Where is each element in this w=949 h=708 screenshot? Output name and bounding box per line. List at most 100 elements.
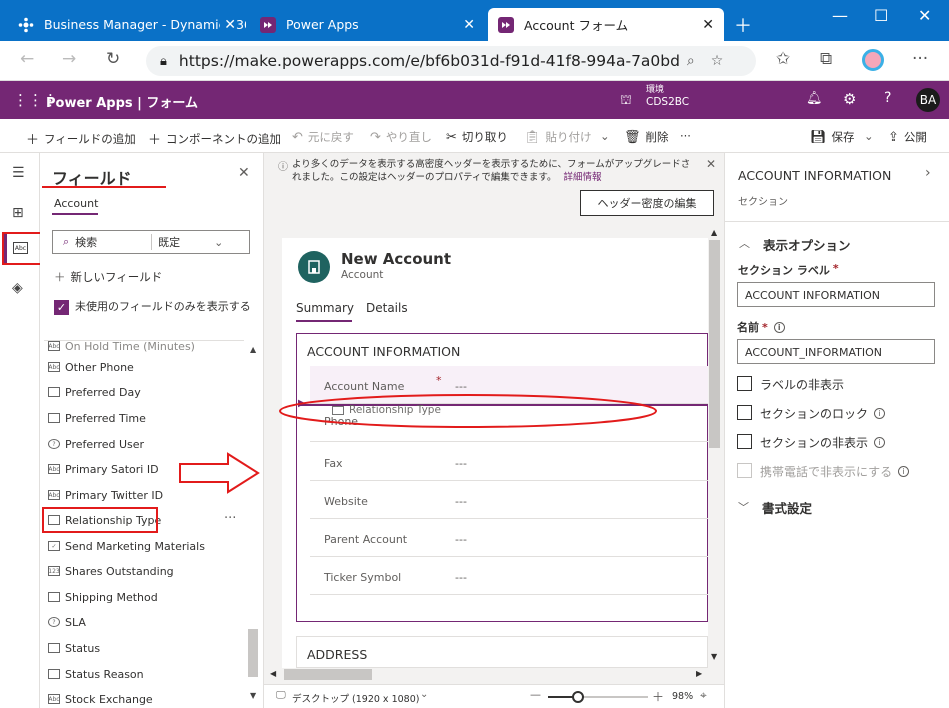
forward-icon[interactable]: → (62, 49, 76, 69)
close-tab-icon[interactable]: ✕ (463, 17, 475, 33)
device-selector[interactable]: デスクトップ (1920 x 1080) (292, 691, 419, 705)
collections-icon[interactable]: ⧉ (820, 49, 832, 69)
new-field-button[interactable]: ＋ 新しいフィールド (54, 269, 162, 285)
hide-on-phone-checkbox[interactable] (737, 463, 752, 478)
unused-only-checkbox[interactable]: ✓ (54, 300, 69, 315)
search-input[interactable]: 検索 (75, 234, 151, 250)
delete-button[interactable]: 🗑︎ 削除 (624, 129, 669, 145)
profile-icon[interactable] (862, 49, 884, 71)
info-icon[interactable]: i (874, 408, 886, 419)
browser-tab-dynamics[interactable]: Business Manager - Dynamics 365 ✕ (8, 8, 246, 41)
tab-summary[interactable]: Summary (296, 301, 354, 315)
display-options-header[interactable]: 表示オプション (763, 235, 851, 254)
url-field[interactable]: 🔒︎ https://make.powerapps.com/e/bf6b031d… (146, 46, 756, 76)
field-website[interactable]: Website --- (310, 481, 708, 519)
lock-section-checkbox[interactable] (737, 405, 752, 420)
list-item[interactable]: 123 Shares Outstanding (48, 559, 174, 583)
list-item[interactable]: Abc Stock Exchange (48, 687, 153, 708)
notification-bell-icon[interactable]: 🔔︎ (806, 91, 823, 106)
maximize-icon[interactable]: ☐ (874, 6, 888, 25)
browser-tab-account-form[interactable]: Account フォーム ✕ (488, 8, 724, 41)
help-icon[interactable]: ? (884, 90, 891, 106)
close-pane-icon[interactable]: ✕ (238, 165, 250, 181)
zoom-slider-thumb[interactable] (572, 691, 584, 703)
favorite-star-icon[interactable]: ☆ (711, 53, 724, 69)
components-icon[interactable]: ⊞ (12, 205, 24, 221)
list-item[interactable]: Preferred Day (48, 380, 141, 404)
chevron-up-icon[interactable]: ︿ (739, 235, 750, 251)
zoom-slider[interactable] (548, 691, 648, 703)
info-icon[interactable]: i (898, 466, 910, 477)
hide-section-checkbox[interactable] (737, 434, 752, 449)
list-item[interactable]: ? Preferred User (48, 432, 144, 456)
cut-button[interactable]: ✂ 切り取り (446, 129, 508, 145)
format-header[interactable]: 書式設定 (762, 498, 812, 517)
browser-tab-powerapps[interactable]: Power Apps ✕ (250, 8, 485, 41)
field-parent-account[interactable]: Parent Account --- (310, 519, 708, 557)
scroll-up-icon[interactable]: ▲ (711, 228, 717, 237)
list-item[interactable]: Abc Other Phone (48, 355, 134, 379)
list-item[interactable]: ✓ Send Marketing Materials (48, 534, 205, 558)
redo-button[interactable]: ↷ やり直し (370, 129, 432, 145)
publish-button[interactable]: ⇪ 公開 (888, 129, 927, 145)
learn-more-link[interactable]: 詳細情報 (564, 172, 602, 183)
field-ticker-symbol[interactable]: Ticker Symbol --- (310, 557, 708, 595)
field-fax[interactable]: Fax --- (310, 443, 708, 481)
settings-gear-icon[interactable]: ⚙ (843, 90, 856, 108)
tab-details[interactable]: Details (366, 301, 408, 315)
scrollbar-thumb[interactable] (709, 240, 720, 448)
edit-header-density-button[interactable]: ヘッダー密度の編集 (580, 190, 714, 216)
more-icon[interactable]: ··· (912, 49, 928, 69)
scroll-right-icon[interactable]: ▶ (696, 669, 702, 678)
hide-label-checkbox[interactable] (737, 376, 752, 391)
fields-scrollbar[interactable]: ▲ ▼ (248, 345, 260, 705)
list-item[interactable]: Status Reason (48, 662, 144, 686)
chevron-right-icon[interactable]: › (925, 165, 931, 181)
canvas-scrollbar[interactable]: ▲ ▼ (708, 228, 722, 664)
add-field-button[interactable]: ＋ フィールドの追加 (26, 129, 136, 149)
fields-icon[interactable]: Abc (13, 242, 28, 254)
zoom-out-icon[interactable]: — (530, 688, 541, 701)
more-commands-icon[interactable]: ··· (680, 129, 691, 143)
paste-button[interactable]: 📋︎ 貼り付け (524, 129, 592, 145)
minimize-icon[interactable]: — (832, 6, 848, 25)
tree-view-icon[interactable]: ◈ (12, 280, 23, 296)
info-icon[interactable]: i (773, 321, 785, 333)
back-icon[interactable]: ← (20, 49, 34, 69)
zoom-in-icon[interactable]: ＋ (652, 688, 664, 705)
scroll-left-icon[interactable]: ◀ (270, 669, 276, 678)
favorites-icon[interactable]: ✩ (776, 49, 790, 69)
zoom-icon[interactable]: ⌕ (687, 53, 695, 69)
chevron-down-icon[interactable]: ⌄ (420, 689, 428, 700)
refresh-icon[interactable]: ↻ (106, 49, 120, 69)
chevron-down-icon[interactable]: ﹀ (738, 499, 749, 515)
avatar[interactable]: BA (916, 88, 940, 112)
new-tab-icon[interactable]: ＋ (734, 12, 752, 38)
section-label-input[interactable]: ACCOUNT INFORMATION (737, 282, 935, 307)
close-tab-icon[interactable]: ✕ (220, 16, 236, 33)
filter-dropdown[interactable]: 既定 (158, 234, 214, 250)
list-item[interactable]: ? SLA (48, 610, 86, 634)
list-item[interactable]: Status (48, 636, 100, 660)
hamburger-menu-icon[interactable]: ☰ (12, 165, 25, 181)
scrollbar-thumb[interactable] (248, 629, 258, 677)
scroll-down-icon[interactable]: ▼ (711, 652, 717, 661)
paste-dropdown-icon[interactable]: ⌄ (600, 129, 610, 143)
more-options-icon[interactable]: ··· (224, 511, 236, 526)
undo-button[interactable]: ↶ 元に戻す (292, 129, 354, 145)
search-box[interactable]: ⌕ 検索 既定 ⌄ (52, 230, 250, 254)
environment-selector[interactable]: 環境 CDS2BC (646, 84, 689, 108)
scroll-up-icon[interactable]: ▲ (250, 345, 256, 354)
close-banner-icon[interactable]: ✕ (706, 157, 716, 171)
list-item[interactable]: Abc Primary Twitter ID (48, 483, 163, 507)
save-dropdown-icon[interactable]: ⌄ (864, 129, 874, 143)
close-window-icon[interactable]: ✕ (918, 6, 931, 25)
close-tab-icon[interactable]: ✕ (702, 17, 714, 33)
scroll-down-icon[interactable]: ▼ (250, 691, 256, 700)
scrollbar-thumb[interactable] (284, 669, 372, 680)
list-item[interactable]: Preferred Time (48, 406, 146, 430)
section-address[interactable]: ADDRESS (296, 636, 708, 668)
list-item[interactable]: Abc Primary Satori ID (48, 457, 159, 481)
save-button[interactable]: 💾︎ 保存 (810, 129, 855, 145)
fit-to-screen-icon[interactable]: ⌖ (700, 688, 707, 703)
